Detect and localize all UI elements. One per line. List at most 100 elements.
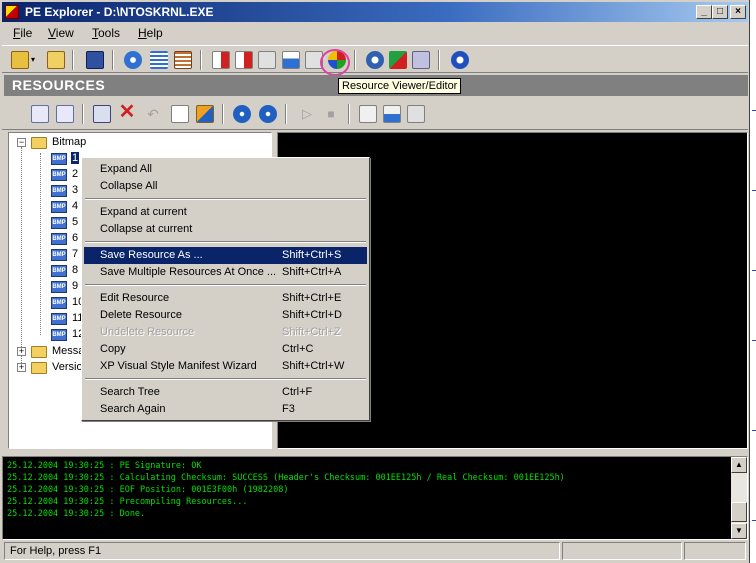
minimize-button[interactable]: _ (696, 5, 712, 19)
play-icon[interactable]: ▷ (298, 105, 316, 123)
close-button[interactable]: × (730, 5, 746, 19)
bmp-icon: BMP (51, 281, 67, 293)
save-resource-icon[interactable] (93, 105, 111, 123)
toolbar-separator (112, 50, 114, 70)
log-output[interactable]: 25.12.2004 19:30:25 : PE Signature: OK 2… (2, 456, 748, 540)
tree-item-bitmap-9[interactable]: 9 (72, 280, 78, 292)
properties-icon[interactable] (407, 105, 425, 123)
menu-search-tree[interactable]: Search Tree Ctrl+F (84, 384, 367, 401)
scroll-up-button[interactable]: ▲ (731, 457, 747, 473)
open-folder-icon[interactable] (11, 51, 29, 69)
toolbar-separator (348, 104, 350, 124)
bmp-icon: BMP (51, 169, 67, 181)
dropdown-arrow-icon[interactable]: ▾ (31, 55, 39, 73)
exports-icon[interactable] (235, 51, 253, 69)
menu-separator (85, 284, 366, 286)
menu-expand-at-current[interactable]: Expand at current (84, 204, 367, 221)
open-file-icon[interactable] (47, 51, 65, 69)
bmp-icon: BMP (51, 201, 67, 213)
status-help-text: For Help, press F1 (4, 542, 560, 560)
tree-node-messages[interactable]: Messa (52, 345, 84, 357)
expand-toggle[interactable]: + (17, 347, 26, 356)
info-icon[interactable] (124, 51, 142, 69)
syntax-descriptor-icon[interactable] (412, 51, 430, 69)
delete-icon[interactable]: ✕ (118, 102, 136, 122)
menu-file[interactable]: File (13, 26, 32, 40)
menu-view[interactable]: View (48, 26, 74, 40)
tree-node-bitmap[interactable]: Bitmap (52, 136, 86, 148)
edit-icon[interactable] (359, 105, 377, 123)
log-line: 25.12.2004 19:30:25 : Done. (7, 509, 146, 519)
menu-xp-manifest-wizard[interactable]: XP Visual Style Manifest Wizard Shift+Ctr… (84, 358, 367, 375)
menu-separator (85, 198, 366, 200)
tree-context-menu: Expand All Collapse All Expand at curren… (81, 157, 370, 421)
resource-toolbar: ✕ ↶ ▷ ■ (2, 98, 748, 130)
expand-toggle[interactable]: + (17, 363, 26, 372)
save-icon[interactable] (86, 51, 104, 69)
menu-save-resource-as[interactable]: Save Resource As ... Shift+Ctrl+S (84, 247, 367, 264)
disassembler-icon[interactable] (366, 51, 384, 69)
imports-icon[interactable] (212, 51, 230, 69)
toolbar-separator (82, 104, 84, 124)
sections-icon[interactable] (174, 51, 192, 69)
bmp-icon: BMP (51, 297, 67, 309)
tree-item-bitmap-2[interactable]: 2 (72, 168, 78, 180)
copy-icon[interactable] (171, 105, 189, 123)
menu-delete-resource[interactable]: Delete Resource Shift+Ctrl+D (84, 307, 367, 324)
log-scrollbar[interactable]: ▲ ▼ (731, 457, 747, 539)
collapse-toggle[interactable]: − (17, 138, 26, 147)
main-toolbar: ▾ (2, 45, 748, 73)
menu-help[interactable]: Help (138, 26, 163, 40)
expand-tree-icon[interactable] (31, 105, 49, 123)
window-title: PE Explorer - D:\NTOSKRNL.EXE (25, 5, 214, 19)
menu-collapse-at-current[interactable]: Collapse at current (84, 221, 367, 238)
dependency-scanner-icon[interactable] (389, 51, 407, 69)
menu-collapse-all[interactable]: Collapse All (84, 178, 367, 195)
scroll-thumb[interactable] (731, 502, 747, 522)
folder-icon (31, 346, 47, 358)
menu-expand-all[interactable]: Expand All (84, 161, 367, 178)
app-icon[interactable] (5, 5, 19, 19)
toolbar-separator (354, 50, 356, 70)
toolbar-separator (200, 50, 202, 70)
menu-edit-resource[interactable]: Edit Resource Shift+Ctrl+E (84, 290, 367, 307)
tree-item-bitmap-3[interactable]: 3 (72, 184, 78, 196)
bmp-icon: BMP (51, 185, 67, 197)
menu-save-multiple-resources[interactable]: Save Multiple Resources At Once ... Shift… (84, 264, 367, 281)
bmp-icon: BMP (51, 249, 67, 261)
relocations-icon[interactable] (282, 51, 300, 69)
maximize-button[interactable]: □ (712, 5, 728, 19)
menu-search-again[interactable]: Search Again F3 (84, 401, 367, 418)
previous-up-icon[interactable] (259, 105, 277, 123)
status-pane (684, 542, 746, 560)
menu-tools[interactable]: Tools (92, 26, 120, 40)
menu-copy[interactable]: Copy Ctrl+C (84, 341, 367, 358)
log-line: 25.12.2004 19:30:25 : Calculating Checks… (7, 473, 565, 483)
tree-item-bitmap-1[interactable]: 1 (71, 152, 80, 164)
highlight-ring (320, 49, 350, 76)
manifest-wizard-icon[interactable] (196, 105, 214, 123)
toolbar-separator (72, 50, 74, 70)
next-down-icon[interactable] (233, 105, 251, 123)
tree-item-bitmap-7[interactable]: 7 (72, 248, 78, 260)
bmp-icon: BMP (51, 265, 67, 277)
tree-item-bitmap-8[interactable]: 8 (72, 264, 78, 276)
stop-icon[interactable]: ■ (322, 105, 340, 123)
status-bar: For Help, press F1 (2, 542, 748, 561)
toolbar-separator (222, 104, 224, 124)
title-bar[interactable]: PE Explorer - D:\NTOSKRNL.EXE _ □ × (2, 2, 748, 22)
undelete-icon[interactable]: ↶ (144, 105, 162, 123)
tree-node-version[interactable]: Versio (52, 361, 83, 373)
tree-view-icon[interactable] (150, 51, 168, 69)
dependencies-icon[interactable] (258, 51, 276, 69)
menu-undelete-resource[interactable]: Undelete Resource Shift+Ctrl+Z (84, 324, 367, 341)
tree-item-bitmap-5[interactable]: 5 (72, 216, 78, 228)
help-icon[interactable] (451, 51, 469, 69)
log-line: 25.12.2004 19:30:25 : Precompiling Resou… (7, 497, 248, 507)
tree-item-bitmap-4[interactable]: 4 (72, 200, 78, 212)
search-icon[interactable] (383, 105, 401, 123)
folder-icon (31, 362, 47, 374)
collapse-tree-icon[interactable] (56, 105, 74, 123)
tree-item-bitmap-6[interactable]: 6 (72, 232, 78, 244)
scroll-down-button[interactable]: ▼ (731, 523, 747, 539)
